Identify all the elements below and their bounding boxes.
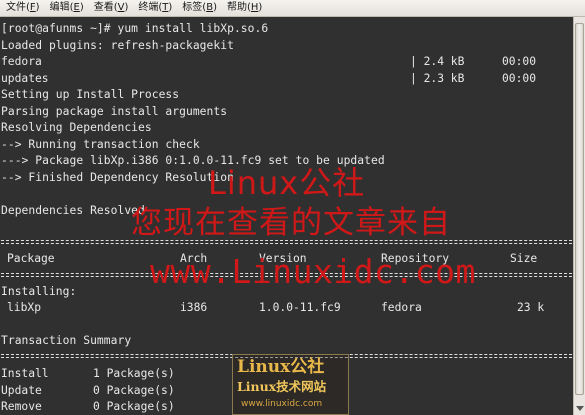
header-repository: Repository — [381, 252, 450, 265]
output-line: Loaded plugins: refresh-packagekit — [1, 39, 234, 52]
prompt-line: [root@afunms ~]# yum install libXp.so.6 — [1, 22, 269, 35]
menu-edit[interactable]: 编辑(E) — [45, 0, 89, 16]
output-line: ---> Package libXp.i386 0:1.0.0-11.fc9 s… — [1, 154, 385, 167]
row-version: 1.0.0-11.fc9 — [259, 301, 341, 314]
repo-name: fedora — [1, 55, 42, 68]
output-line: Dependencies Resolved — [1, 204, 145, 217]
summary-count: 0 Package(s) — [93, 384, 175, 397]
menu-help[interactable]: 帮助(H) — [222, 0, 267, 16]
summary-count: 1 Package(s) — [93, 367, 175, 380]
site-logo: Linux公社 Linux技术网站 www.linuxidc.com — [232, 354, 349, 415]
header-version: Version — [259, 252, 307, 265]
summary-title: Transaction Summary — [1, 334, 132, 347]
summary-action: Update — [1, 384, 42, 397]
menu-view[interactable]: 查看(V) — [89, 0, 134, 16]
output-line: --> Finished Dependency Resolution — [1, 171, 234, 184]
summary-action: Remove — [1, 400, 42, 413]
repo-time: 00:00 — [502, 72, 537, 85]
repo-name: updates — [1, 72, 49, 85]
output-line: Setting up Install Process — [1, 88, 180, 101]
table-rule — [1, 273, 572, 277]
summary-count: 0 Package(s) — [93, 400, 175, 413]
output-line: Parsing package install arguments — [1, 105, 228, 118]
logo-title: Linux公社 — [237, 357, 325, 377]
menu-file[interactable]: 文件(F) — [0, 0, 45, 16]
logo-subtitle: Linux技术网站 — [237, 379, 327, 394]
row-size: 23 k — [517, 301, 545, 314]
row-repository: fedora — [381, 301, 422, 314]
output-line: --> Running transaction check — [1, 138, 200, 151]
menu-tabs[interactable]: 标签(B) — [177, 0, 222, 16]
menu-bar: 文件(F) 编辑(E) 查看(V) 终端(T) 标签(B) 帮助(H) — [0, 0, 585, 17]
table-rule — [1, 240, 572, 244]
summary-action: Install — [1, 367, 49, 380]
logo-url: www.linuxidc.com — [241, 399, 323, 409]
repo-size: | 2.3 kB — [410, 72, 465, 85]
repo-time: 00:00 — [502, 55, 537, 68]
row-package: libXp — [7, 301, 42, 314]
output-line: Resolving Dependencies — [1, 121, 152, 134]
scrollbar-thumb[interactable] — [575, 23, 584, 395]
scroll-down-icon[interactable] — [576, 406, 584, 411]
header-size: Size — [510, 252, 538, 265]
menu-terminal[interactable]: 终端(T) — [133, 0, 177, 16]
terminal-scrollbar[interactable] — [573, 17, 585, 415]
installing-label: Installing: — [1, 285, 77, 298]
repo-size: | 2.4 kB — [410, 55, 465, 68]
header-package: Package — [7, 252, 55, 265]
row-arch: i386 — [180, 301, 208, 314]
header-arch: Arch — [180, 252, 208, 265]
